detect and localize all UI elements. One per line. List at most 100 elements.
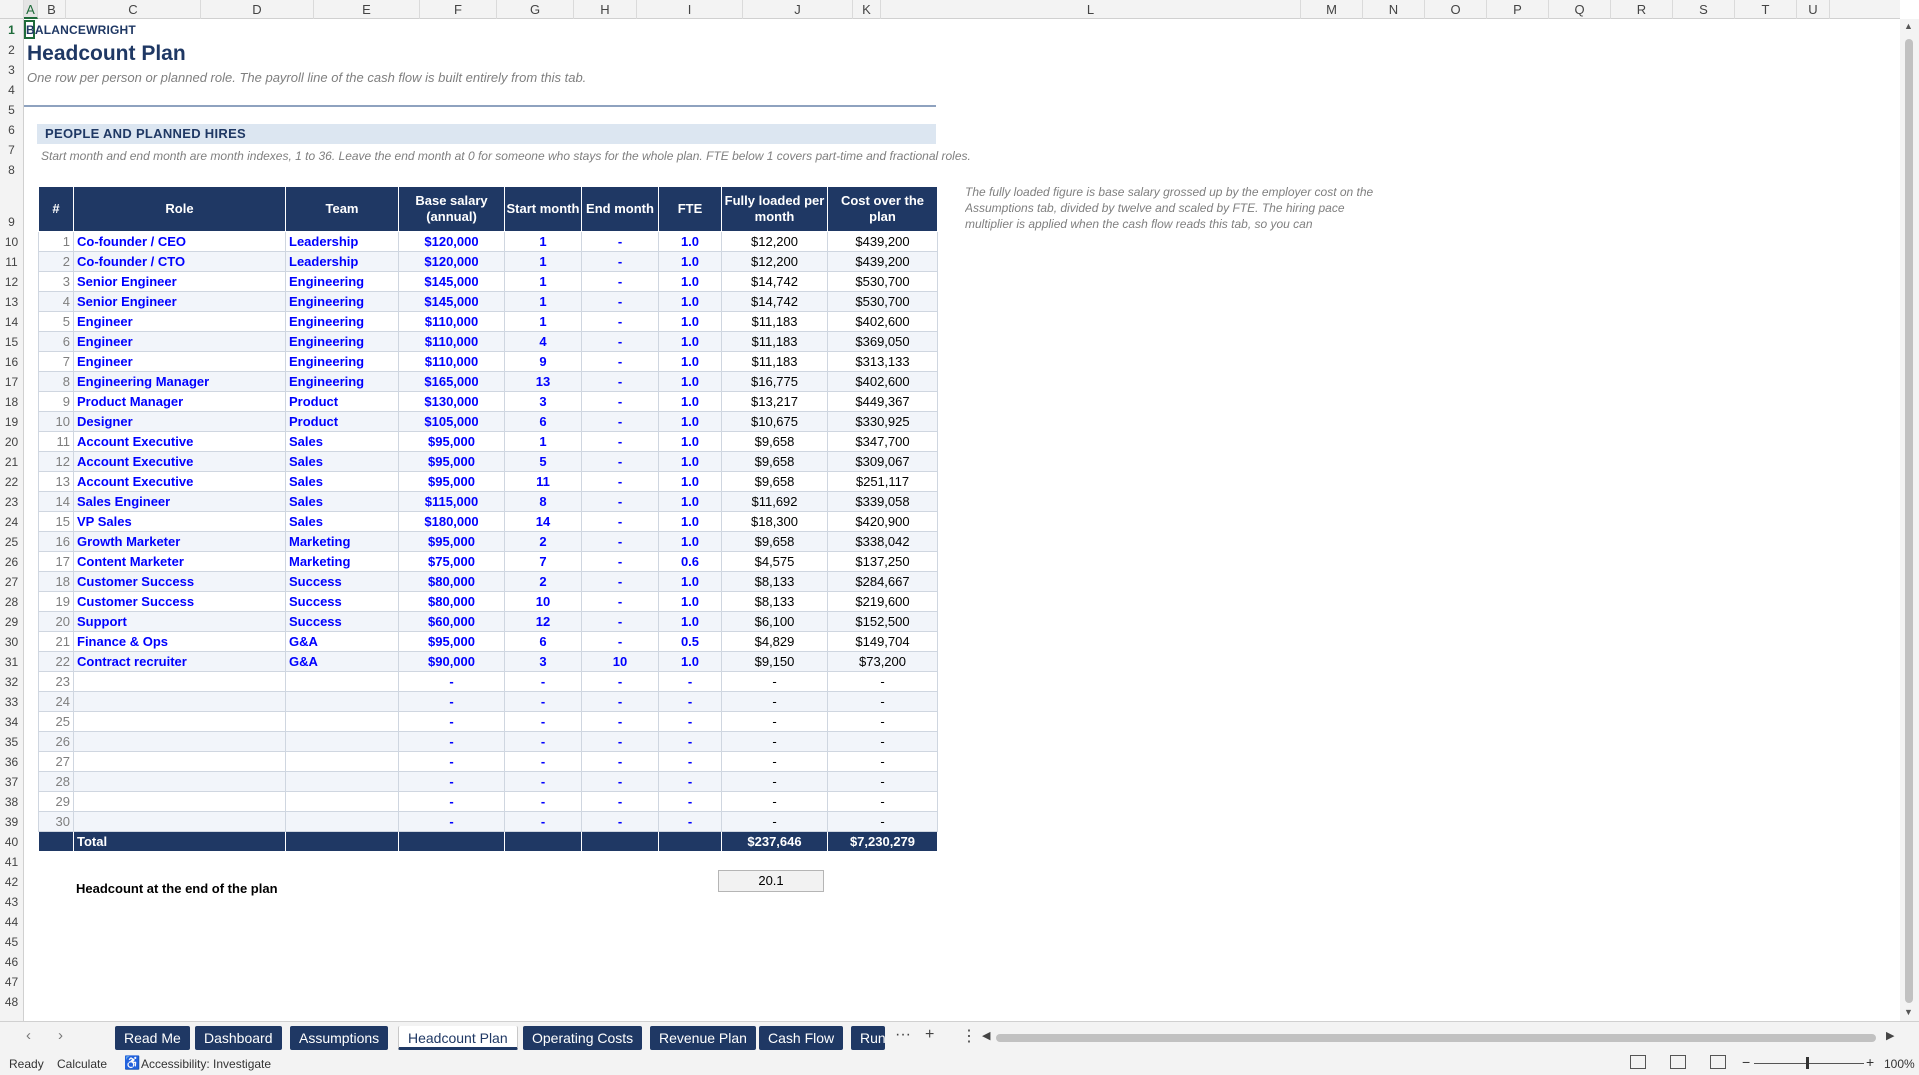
col-team-cell[interactable]: Success (285, 611, 399, 632)
col-end-month-cell[interactable]: - (581, 331, 659, 352)
more-tabs-icon[interactable]: ··· (895, 1026, 911, 1044)
row-header[interactable]: 17 (0, 375, 23, 389)
col-index-cell[interactable]: 5 (38, 311, 74, 332)
col-role-cell[interactable]: Designer (73, 411, 286, 432)
col-base-salary-cell[interactable]: $95,000 (398, 431, 505, 452)
col-cost-over-plan-cell[interactable]: $251,117 (827, 471, 938, 492)
col-index-cell[interactable]: 2 (38, 251, 74, 272)
column-header[interactable]: B (38, 0, 66, 19)
col-role-cell[interactable] (73, 771, 286, 792)
select-all-corner[interactable] (0, 0, 24, 19)
col-index-cell[interactable]: 26 (38, 731, 74, 752)
col-base-salary-cell[interactable]: $180,000 (398, 511, 505, 532)
col-fully-loaded-cell[interactable]: - (721, 691, 828, 712)
col-index-cell[interactable]: 15 (38, 511, 74, 532)
col-cost-over-plan-cell[interactable]: $369,050 (827, 331, 938, 352)
col-index-cell[interactable]: 23 (38, 671, 74, 692)
column-header[interactable]: L (881, 0, 1301, 19)
vertical-scrollbar[interactable]: ▲ ▼ (1900, 19, 1919, 1021)
row-header[interactable]: 5 (0, 103, 23, 117)
col-role-cell[interactable]: VP Sales (73, 511, 286, 532)
col-fte-cell[interactable]: 1.0 (658, 351, 722, 372)
row-header[interactable]: 26 (0, 555, 23, 569)
col-cost-over-plan-cell[interactable]: - (827, 811, 938, 832)
tab-options-icon[interactable]: ⋮ (961, 1026, 977, 1046)
col-end-month-cell[interactable]: - (581, 691, 659, 712)
col-fte-cell[interactable]: 0.6 (658, 551, 722, 572)
col-base-salary-cell[interactable]: $105,000 (398, 411, 505, 432)
col-team-cell[interactable]: Product (285, 391, 399, 412)
col-fully-loaded-cell[interactable]: $8,133 (721, 591, 828, 612)
zoom-slider-knob[interactable] (1806, 1057, 1809, 1069)
row-header[interactable]: 30 (0, 635, 23, 649)
col-cost-over-plan-cell[interactable]: - (827, 791, 938, 812)
column-header[interactable]: O (1425, 0, 1487, 19)
col-role-cell[interactable]: Account Executive (73, 471, 286, 492)
col-team-cell[interactable] (285, 671, 399, 692)
col-fte-cell[interactable]: 1.0 (658, 271, 722, 292)
col-team-cell[interactable]: Engineering (285, 271, 399, 292)
col-cost-over-plan-cell[interactable]: $338,042 (827, 531, 938, 552)
row-header[interactable]: 2 (0, 43, 23, 57)
col-start-month-cell[interactable]: 14 (504, 511, 582, 532)
col-base-salary-cell[interactable]: $95,000 (398, 451, 505, 472)
col-fte-cell[interactable]: 1.0 (658, 431, 722, 452)
column-header[interactable]: C (66, 0, 201, 19)
accessibility-status[interactable]: Accessibility: Investigate (141, 1057, 271, 1071)
worksheet-grid[interactable]: BALANCEWRIGHT Headcount Plan One row per… (24, 19, 1900, 1021)
col-index-cell[interactable]: 21 (38, 631, 74, 652)
col-fte-cell[interactable]: 1.0 (658, 531, 722, 552)
col-fully-loaded-cell[interactable]: $12,200 (721, 231, 828, 252)
col-index-cell[interactable]: 7 (38, 351, 74, 372)
col-role-cell[interactable]: Finance & Ops (73, 631, 286, 652)
col-cost-over-plan-cell[interactable]: - (827, 691, 938, 712)
col-end-month-cell[interactable]: - (581, 511, 659, 532)
col-end-month-cell[interactable]: - (581, 451, 659, 472)
col-cost-over-plan-cell[interactable]: $347,700 (827, 431, 938, 452)
header-index[interactable]: # (38, 186, 74, 232)
col-end-month-cell[interactable]: - (581, 811, 659, 832)
col-role-cell[interactable]: Customer Success (73, 591, 286, 612)
col-base-salary-cell[interactable]: $80,000 (398, 591, 505, 612)
row-header[interactable]: 15 (0, 335, 23, 349)
col-team-cell[interactable]: Sales (285, 491, 399, 512)
sheet-tab[interactable]: Revenue Plan (650, 1026, 756, 1050)
col-team-cell[interactable] (285, 731, 399, 752)
col-team-cell[interactable]: Sales (285, 471, 399, 492)
col-team-cell[interactable]: Sales (285, 451, 399, 472)
col-end-month-cell[interactable]: - (581, 611, 659, 632)
col-start-month-cell[interactable]: 1 (504, 311, 582, 332)
row-header[interactable]: 47 (0, 975, 23, 989)
col-team-cell[interactable]: Success (285, 571, 399, 592)
col-team-cell[interactable]: Sales (285, 511, 399, 532)
col-start-month-cell[interactable]: 8 (504, 491, 582, 512)
column-header[interactable]: A (24, 0, 38, 19)
col-cost-over-plan-cell[interactable]: - (827, 731, 938, 752)
total-team-cell[interactable] (285, 831, 399, 852)
col-fte-cell[interactable]: 1.0 (658, 591, 722, 612)
col-fully-loaded-cell[interactable]: $12,200 (721, 251, 828, 272)
col-cost-over-plan-cell[interactable]: $530,700 (827, 271, 938, 292)
row-header[interactable]: 1 (0, 23, 23, 37)
col-role-cell[interactable] (73, 811, 286, 832)
row-header[interactable]: 36 (0, 755, 23, 769)
col-fte-cell[interactable]: 1.0 (658, 391, 722, 412)
col-fully-loaded-cell[interactable]: $18,300 (721, 511, 828, 532)
col-start-month-cell[interactable]: 1 (504, 291, 582, 312)
col-start-month-cell[interactable]: 6 (504, 411, 582, 432)
scroll-up-icon[interactable]: ▲ (1904, 21, 1913, 31)
sheet-tab[interactable]: Operating Costs (523, 1026, 643, 1050)
row-header[interactable]: 38 (0, 795, 23, 809)
col-base-salary-cell[interactable]: $130,000 (398, 391, 505, 412)
col-base-salary-cell[interactable]: $75,000 (398, 551, 505, 572)
col-role-cell[interactable]: Growth Marketer (73, 531, 286, 552)
col-fully-loaded-cell[interactable]: $11,183 (721, 311, 828, 332)
col-cost-over-plan-cell[interactable]: $73,200 (827, 651, 938, 672)
column-header[interactable]: K (853, 0, 881, 19)
row-header[interactable]: 48 (0, 995, 23, 1009)
column-header[interactable]: I (637, 0, 743, 19)
col-fte-cell[interactable]: 1.0 (658, 571, 722, 592)
col-team-cell[interactable]: Engineering (285, 371, 399, 392)
col-start-month-cell[interactable]: 3 (504, 391, 582, 412)
col-start-month-cell[interactable]: 11 (504, 471, 582, 492)
